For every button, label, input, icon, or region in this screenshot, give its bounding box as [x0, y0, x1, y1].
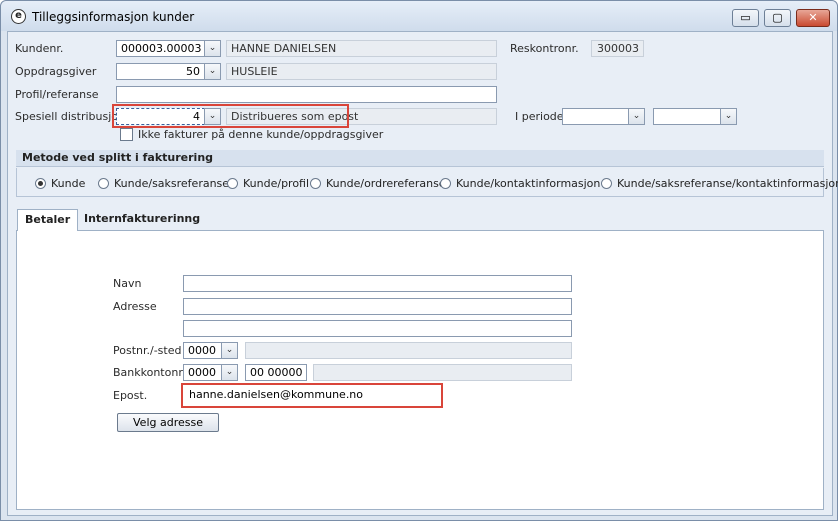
kundenr-combo-field[interactable]: 000003.00003	[116, 40, 205, 57]
minimize-button[interactable]: ▭	[732, 9, 759, 27]
periode-from-chevron-down-icon[interactable]: ⌄	[628, 108, 645, 125]
postnr-chevron-down-icon[interactable]: ⌄	[221, 342, 238, 359]
oppdragsgiver-name-display: HUSLEIE	[226, 63, 497, 80]
tab-internfakturering[interactable]: Internfakturerinng	[77, 209, 207, 230]
postnr-label: Postnr./-sted	[113, 344, 182, 357]
radio-unselected-icon[interactable]	[310, 178, 321, 189]
radio-unselected-icon[interactable]	[440, 178, 451, 189]
radio-selected-icon[interactable]	[35, 178, 46, 189]
radio-unselected-icon[interactable]	[601, 178, 612, 189]
bankkonto-combo[interactable]: 0000	[183, 364, 222, 381]
navn-input[interactable]	[183, 275, 572, 292]
radio-kunde-kontaktinformasjon-label: Kunde/kontaktinformasjon	[456, 177, 601, 190]
postnr-combo[interactable]: 0000	[183, 342, 222, 359]
distribusjon-highlight-box	[112, 104, 349, 128]
split-method-heading: Metode ved splitt i fakturering	[16, 150, 824, 167]
radio-kunde-profil-label: Kunde/profil	[243, 177, 310, 190]
bankkonto-number-input[interactable]: 00 00000	[245, 364, 307, 381]
radio-kunde-saksreferanse-kontaktinformasjon-label: Kunde/saksreferanse/kontaktinformasjon	[617, 177, 838, 190]
kundenr-label: Kundenr.	[15, 42, 64, 55]
poststed-display	[245, 342, 572, 359]
navn-label: Navn	[113, 277, 142, 290]
radio-kunde-label: Kunde	[51, 177, 86, 190]
kundenr-dropdown-chevron-down-icon[interactable]: ⌄	[204, 40, 221, 57]
epost-label: Epost.	[113, 389, 148, 402]
radio-unselected-icon[interactable]	[98, 178, 109, 189]
bankkonto-chevron-down-icon[interactable]: ⌄	[221, 364, 238, 381]
adresse-label: Adresse	[113, 300, 157, 313]
adresse-line2-input[interactable]	[183, 320, 572, 337]
velg-adresse-button[interactable]: Velg adresse	[117, 413, 219, 432]
maximize-button[interactable]: ▢	[764, 9, 791, 27]
oppdragsgiver-dropdown-chevron-down-icon[interactable]: ⌄	[204, 63, 221, 80]
distribusjon-label: Spesiell distribusjon	[15, 110, 125, 123]
bankkonto-rest-display	[313, 364, 572, 381]
app-logo-icon: e	[11, 9, 26, 24]
radio-kunde-saksreferanse-label: Kunde/saksreferanse	[114, 177, 230, 190]
bankkonto-label: Bankkontonr.	[113, 366, 186, 379]
periode-label: I periode	[515, 110, 564, 123]
periode-to-combo[interactable]	[653, 108, 721, 125]
periode-from-combo[interactable]	[562, 108, 629, 125]
no-invoice-checkbox[interactable]	[120, 128, 133, 141]
title-bar[interactable]: e Tilleggsinformasjon kunder ▭ ▢ ✕	[1, 1, 837, 31]
radio-kunde-ordrereferanse-label: Kunde/ordrereferanse	[326, 177, 446, 190]
periode-to-chevron-down-icon[interactable]: ⌄	[720, 108, 737, 125]
epost-highlight-box	[181, 383, 443, 408]
oppdragsgiver-label: Oppdragsgiver	[15, 65, 97, 78]
radio-unselected-icon[interactable]	[227, 178, 238, 189]
adresse-line1-input[interactable]	[183, 298, 572, 315]
dialog-window: e Tilleggsinformasjon kunder ▭ ▢ ✕ Kunde…	[0, 0, 838, 521]
tab-betaler[interactable]: Betaler	[17, 209, 79, 231]
customer-name-display: HANNE DANIELSEN	[226, 40, 497, 57]
profil-label: Profil/referanse	[15, 88, 99, 101]
reskontronr-label: Reskontronr.	[510, 42, 579, 55]
profil-input[interactable]	[116, 86, 497, 103]
reskontronr-display: 300003	[591, 40, 644, 57]
no-invoice-label: Ikke fakturer på denne kunde/oppdragsgiv…	[138, 128, 384, 141]
dialog-client: Kundenr. 000003.00003 ⌄ HANNE DANIELSEN …	[7, 31, 838, 516]
betaler-tab-panel: Navn Adresse Postnr./-sted 0000 ⌄ Bankko…	[16, 230, 824, 510]
oppdragsgiver-combo-field[interactable]: 50	[116, 63, 205, 80]
window-title: Tilleggsinformasjon kunder	[32, 10, 195, 24]
close-button[interactable]: ✕	[796, 9, 830, 27]
